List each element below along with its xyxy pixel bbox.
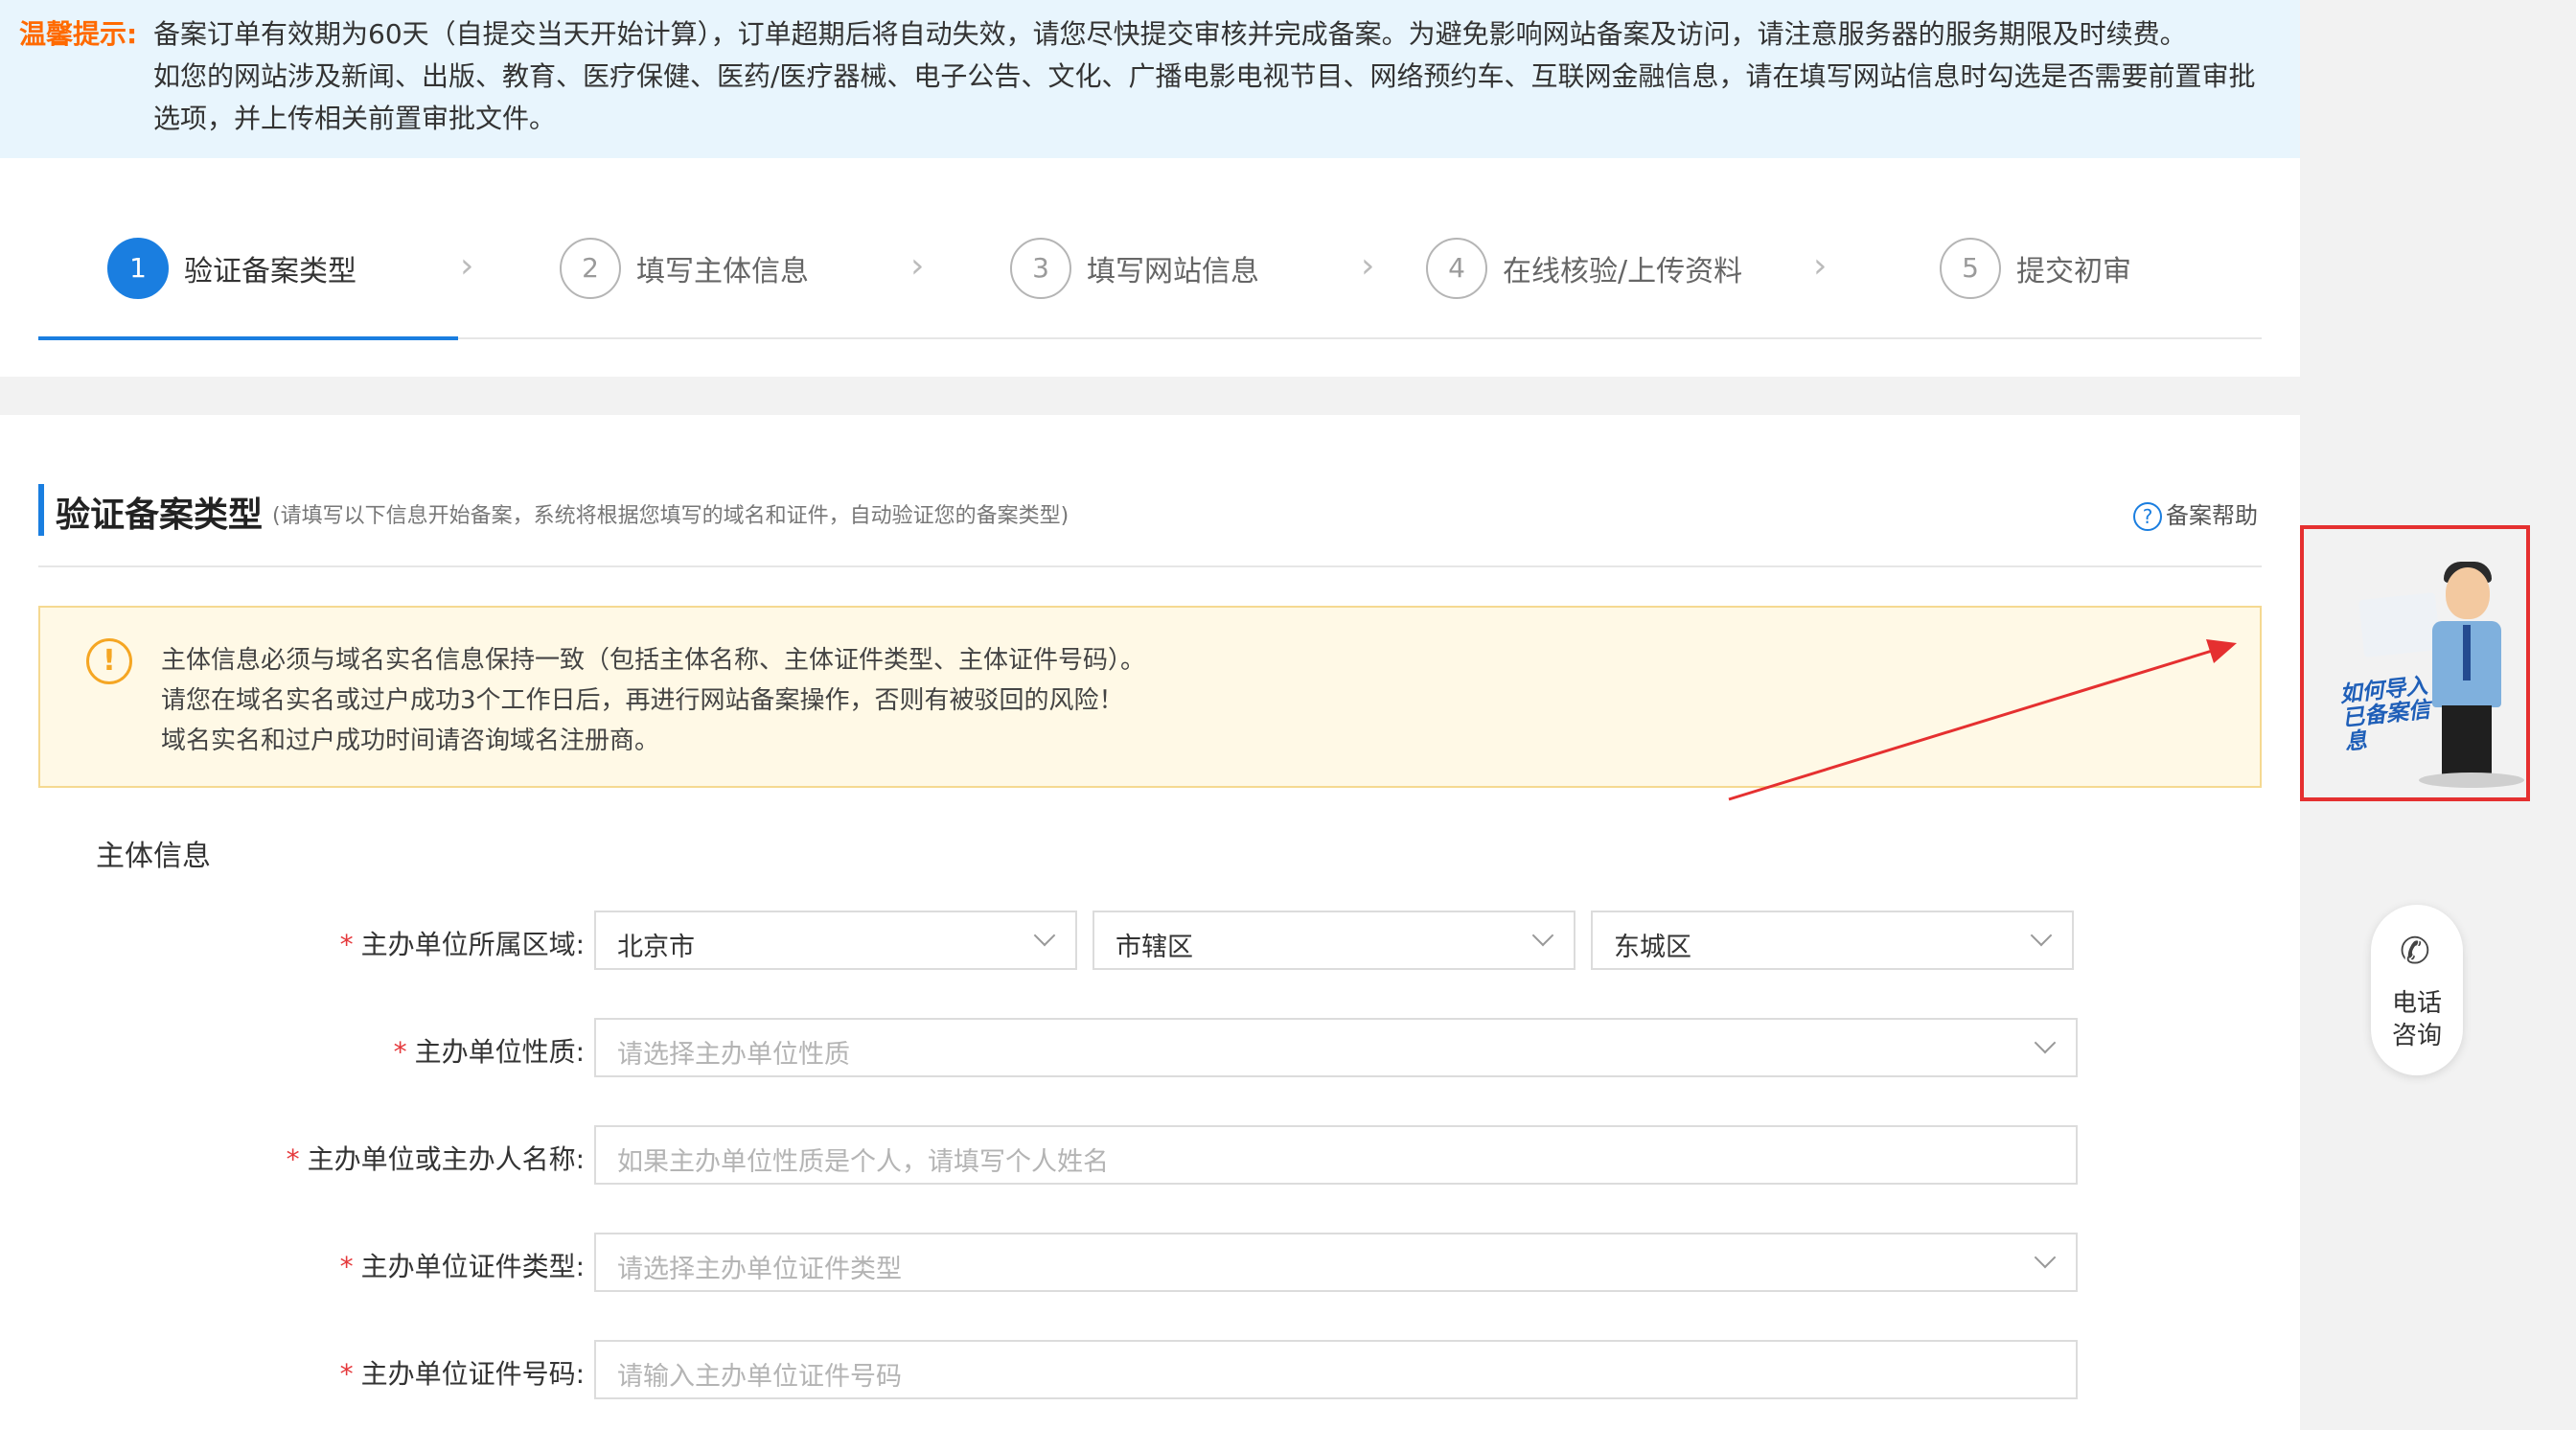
- form-row-name: * 主办单位或主办人名称: 如果主办单位性质是个人，请填写个人姓名: [0, 1125, 2300, 1188]
- field-label-text: 主办单位证件类型:: [360, 1251, 585, 1282]
- step-number: 2: [560, 238, 621, 299]
- chevron-down-icon: [1531, 924, 1554, 947]
- step-number: 1: [107, 238, 169, 299]
- required-mark: *: [393, 1036, 407, 1068]
- group-title: 主体信息: [96, 840, 211, 873]
- form-row-cert-no: * 主办单位证件号码: 请输入主办单位证件号码: [0, 1340, 2300, 1403]
- nature-select[interactable]: 请选择主办单位性质: [594, 1018, 2078, 1077]
- chevron-right-icon: ›: [1813, 246, 1828, 286]
- chevron-down-icon: [2034, 1246, 2057, 1269]
- section-rule: [38, 565, 2262, 567]
- chevron-right-icon: ›: [460, 246, 474, 286]
- notice-tag: 温馨提示:: [19, 18, 138, 50]
- promo-text: 如何导入已备案信息: [2338, 673, 2432, 756]
- exclamation-circle-icon: !: [86, 638, 132, 684]
- warning-line-3: 域名实名和过户成功时间请咨询域名注册商。: [161, 727, 660, 755]
- question-circle-icon: ?: [2133, 502, 2162, 531]
- name-input[interactable]: 如果主办单位性质是个人，请填写个人姓名: [594, 1125, 2078, 1185]
- chevron-right-icon: ›: [1361, 246, 1375, 286]
- step-progress: 1 验证备案类型 › 2 填写主体信息 › 3 填写网站信息 › 4 在线核验/…: [38, 230, 2262, 340]
- phone-icon: ✆: [2400, 930, 2430, 972]
- required-mark: *: [339, 1251, 354, 1282]
- field-label: * 主办单位或主办人名称:: [287, 1139, 585, 1177]
- active-step-indicator: [38, 336, 458, 340]
- city-select[interactable]: 市辖区: [1092, 911, 1576, 970]
- phone-consult-button[interactable]: ✆ 电话 咨询: [2371, 905, 2463, 1075]
- cert-no-placeholder: 请输入主办单位证件号码: [617, 1362, 902, 1392]
- cert-type-placeholder: 请选择主办单位证件类型: [617, 1255, 902, 1284]
- field-label: * 主办单位证件号码:: [340, 1353, 585, 1392]
- help-link[interactable]: ? 备案帮助: [2133, 496, 2258, 531]
- form-row-nature: * 主办单位性质: 请选择主办单位性质: [0, 1018, 2300, 1081]
- province-value: 北京市: [617, 933, 695, 962]
- warning-line-1: 主体信息必须与域名实名信息保持一致（包括主体名称、主体证件类型、主体证件号码）。: [161, 646, 1146, 675]
- form-row-region: * 主办单位所属区域: 北京市 市辖区 东城区: [0, 911, 2300, 974]
- chevron-down-icon: [1033, 924, 1056, 947]
- warning-box: ! 主体信息必须与域名实名信息保持一致（包括主体名称、主体证件类型、主体证件号码…: [38, 606, 2262, 788]
- person-illustration-legs: [2442, 705, 2492, 776]
- required-mark: *: [339, 929, 354, 960]
- board-illustration: [2358, 591, 2441, 658]
- section-accent-bar: [38, 484, 44, 536]
- chevron-down-icon: [2034, 1031, 2057, 1054]
- district-select[interactable]: 东城区: [1591, 911, 2074, 970]
- person-illustration-head: [2446, 567, 2490, 619]
- person-illustration-tie: [2463, 625, 2471, 680]
- field-label: * 主办单位性质:: [394, 1031, 585, 1070]
- name-placeholder: 如果主办单位性质是个人，请填写个人姓名: [617, 1147, 1109, 1177]
- city-value: 市辖区: [1116, 933, 1193, 962]
- step-number: 5: [1940, 238, 2001, 299]
- required-mark: *: [339, 1358, 354, 1390]
- field-label: * 主办单位所属区域:: [340, 924, 585, 962]
- phone-label: 电话 咨询: [2371, 987, 2463, 1052]
- step-number: 3: [1010, 238, 1071, 299]
- nature-placeholder: 请选择主办单位性质: [617, 1040, 850, 1070]
- notice-line-1: 备案订单有效期为60天（自提交当天开始计算），订单超期后将自动失效，请您尽快提交…: [153, 18, 2187, 50]
- notice-banner: 温馨提示: 备案订单有效期为60天（自提交当天开始计算），订单超期后将自动失效，…: [0, 0, 2300, 158]
- phone-label-line-1: 电话: [2391, 989, 2442, 1018]
- district-value: 东城区: [1614, 933, 1691, 962]
- import-record-promo[interactable]: 如何导入已备案信息: [2300, 525, 2530, 801]
- chevron-right-icon: ›: [910, 246, 925, 286]
- cert-no-input[interactable]: 请输入主办单位证件号码: [594, 1340, 2078, 1399]
- field-label-text: 主办单位证件号码:: [360, 1358, 585, 1390]
- main-panel: 温馨提示: 备案订单有效期为60天（自提交当天开始计算），订单超期后将自动失效，…: [0, 0, 2300, 1430]
- notice-line-3: 选项，并上传相关前置审批文件。: [153, 103, 557, 134]
- help-label: 备案帮助: [2166, 502, 2258, 529]
- required-mark: *: [286, 1143, 300, 1175]
- notice-line-2: 如您的网站涉及新闻、出版、教育、医疗保健、医药/医疗器械、电子公告、文化、广播电…: [153, 60, 2256, 92]
- step-number: 4: [1426, 238, 1487, 299]
- chevron-down-icon: [2030, 924, 2053, 947]
- step-label: 填写主体信息: [636, 255, 809, 288]
- person-illustration-shadow: [2419, 773, 2524, 788]
- field-label: * 主办单位证件类型:: [340, 1246, 585, 1284]
- field-label-text: 主办单位性质:: [414, 1036, 585, 1068]
- step-label: 验证备案类型: [184, 255, 356, 288]
- section-subtitle: (请填写以下信息开始备案，系统将根据您填写的域名和证件，自动验证您的备案类型): [272, 504, 1070, 528]
- form-row-cert-type: * 主办单位证件类型: 请选择主办单位证件类型: [0, 1233, 2300, 1296]
- province-select[interactable]: 北京市: [594, 911, 1077, 970]
- step-label: 填写网站信息: [1087, 255, 1259, 288]
- step-label: 提交初审: [2016, 255, 2131, 288]
- step-label: 在线核验/上传资料: [1503, 255, 1743, 288]
- section-title: 验证备案类型: [56, 496, 264, 535]
- phone-label-line-2: 咨询: [2391, 1022, 2442, 1050]
- field-label-text: 主办单位或主办人名称:: [307, 1143, 585, 1175]
- section-divider-gap: [0, 377, 2300, 415]
- warning-line-2: 请您在域名实名或过户成功3个工作日后，再进行网站备案操作，否则有被驳回的风险！: [161, 686, 1124, 715]
- field-label-text: 主办单位所属区域:: [360, 929, 585, 960]
- cert-type-select[interactable]: 请选择主办单位证件类型: [594, 1233, 2078, 1292]
